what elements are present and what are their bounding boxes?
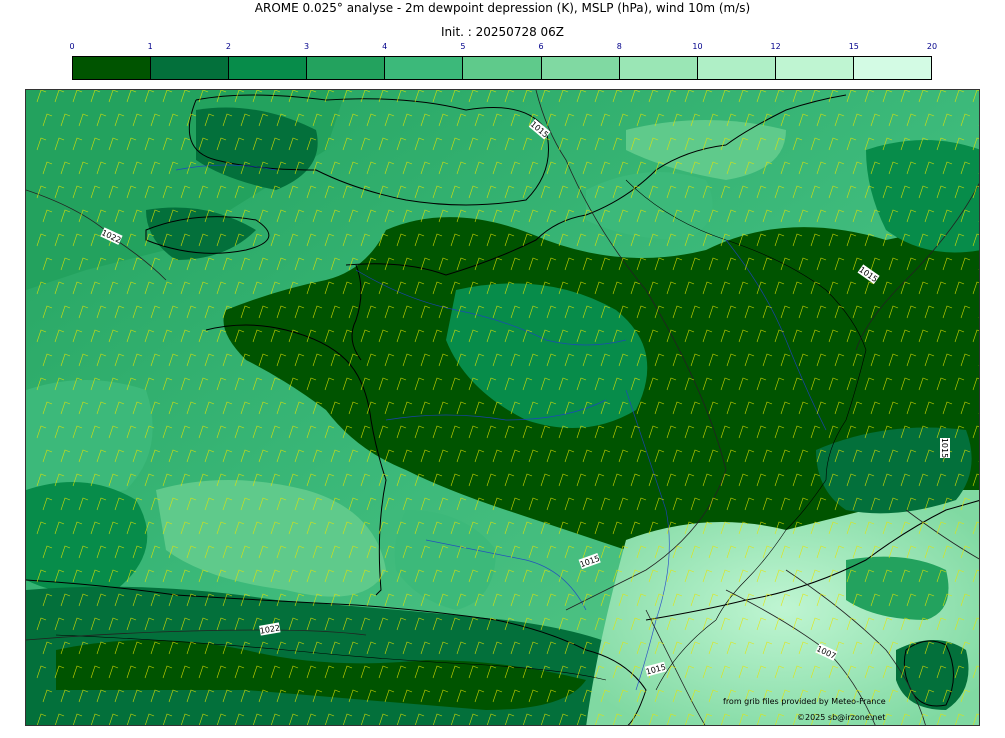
colorbar-segment <box>463 57 542 79</box>
colorbar-segment <box>697 57 776 79</box>
colorbar-tick-label: 1 <box>147 42 153 51</box>
colorbar-segment <box>73 57 152 79</box>
colorbar-segment <box>775 57 854 79</box>
map-canvas: 1015 1022 1015 1015 1015 1022 1015 1007 <box>26 90 979 725</box>
colorbar-tick-label: 0 <box>69 42 75 51</box>
colorbar-segment <box>307 57 386 79</box>
data-source-credit: from grib files provided by Meteo-France <box>723 697 886 706</box>
colorbar-tick-label: 4 <box>382 42 388 51</box>
colorbar-tick-label: 2 <box>225 42 231 51</box>
colorbar-segment <box>541 57 620 79</box>
colorbar-tick-label: 15 <box>848 42 859 51</box>
colorbar-segment <box>229 57 308 79</box>
colorbar-tick-label: 10 <box>692 42 703 51</box>
colorbar-tick-label: 5 <box>460 42 466 51</box>
weather-map: 1015 1022 1015 1015 1015 1022 1015 1007 <box>25 89 980 726</box>
colorbar-tick-label: 12 <box>770 42 781 51</box>
colorbar-tick-label: 6 <box>538 42 544 51</box>
isobar-label: 1015 <box>940 438 950 458</box>
svg-text:1015: 1015 <box>940 438 949 458</box>
colorbar-tick-label: 8 <box>616 42 622 51</box>
colorbar-segment <box>385 57 464 79</box>
copyright-credit: ©2025 sb@irzone.net <box>797 713 886 722</box>
init-time: Init. : 20250728 06Z <box>440 25 565 39</box>
colorbar-tick-label: 20 <box>926 42 938 51</box>
colorbar-segment <box>151 57 230 79</box>
colorbar <box>72 56 932 80</box>
colorbar-tick-label: 3 <box>303 42 310 51</box>
colorbar-segment <box>619 57 698 79</box>
colorbar-ticks: 0 1 2 3 4 5 6 8 10 12 15 20 <box>69 42 937 54</box>
colorbar-segment <box>853 57 932 79</box>
chart-title: AROME 0.025° analyse - 2m dewpoint depre… <box>254 1 751 15</box>
